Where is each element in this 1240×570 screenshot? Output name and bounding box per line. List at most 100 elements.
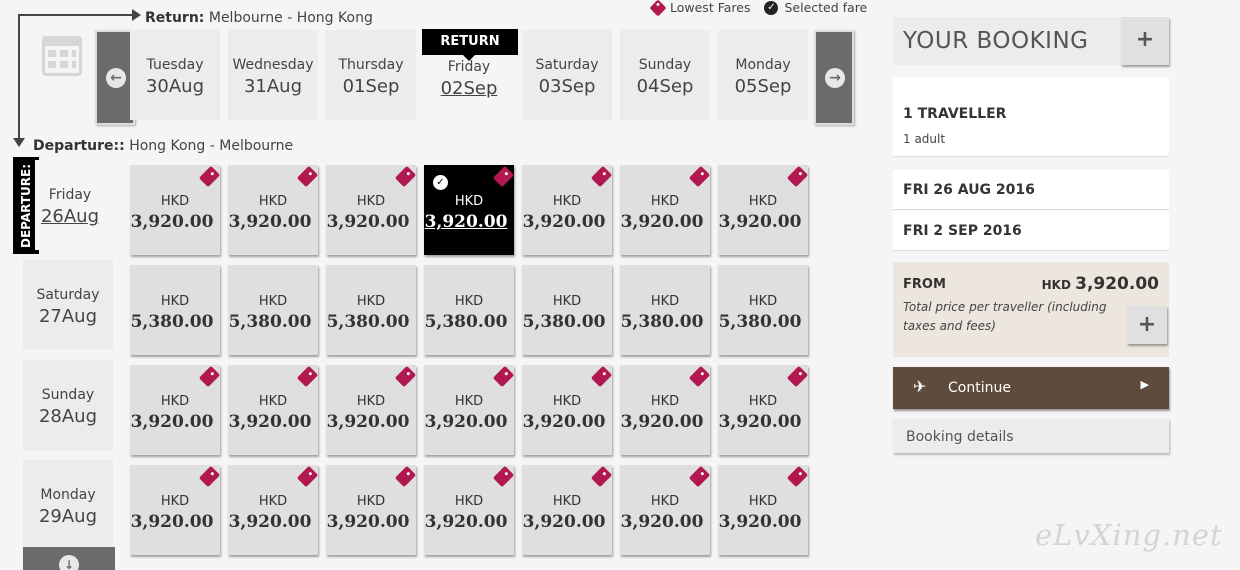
fare-cell[interactable]: HKD 3,920.00 — [130, 365, 221, 455]
lowest-fare-tag-icon — [198, 465, 221, 488]
fare-cell[interactable]: HKD 3,920.00 — [326, 365, 417, 455]
watermark: eLvXing.net — [1035, 518, 1223, 552]
fare-currency: HKD — [258, 394, 288, 409]
booking-details-button[interactable]: Booking details — [893, 419, 1169, 453]
fare-cell[interactable]: HKD 3,920.00 — [522, 465, 613, 555]
check-circle-icon: ✓ — [764, 0, 779, 15]
departure-day-name: Friday — [48, 187, 92, 203]
fare-cell[interactable]: HKD 3,920.00 — [228, 165, 319, 255]
fare-cell[interactable]: HKD 3,920.00 — [718, 465, 809, 555]
fare-amount: 3,920.00 — [718, 212, 802, 232]
fare-cell[interactable]: HKD 3,920.00 — [718, 365, 809, 455]
lowest-fare-tag-icon — [590, 465, 613, 488]
fare-cell[interactable]: HKD 3,920.00 — [620, 465, 711, 555]
return-day-date: 04Sep — [636, 76, 694, 97]
lowest-fare-tag-icon — [198, 365, 221, 388]
fare-cell[interactable]: HKD 5,380.00 — [620, 265, 710, 355]
booking-details-label: Booking details — [906, 429, 1014, 445]
departure-day-date: 29Aug — [38, 506, 98, 527]
fare-cell[interactable]: HKD 3,920.00 — [620, 365, 711, 455]
fare-amount: 5,380.00 — [130, 312, 214, 332]
departure-date-1[interactable]: Saturday 27Aug — [23, 260, 113, 350]
fare-cell[interactable]: HKD 5,380.00 — [522, 265, 612, 355]
return-day-name: Friday — [447, 59, 491, 75]
fare-amount: 5,380.00 — [620, 312, 704, 332]
return-date-6[interactable]: Monday 05Sep — [718, 30, 808, 120]
return-day-name: Thursday — [338, 57, 404, 73]
fare-currency: HKD — [650, 194, 680, 209]
lowest-fare-tag-icon — [786, 365, 809, 388]
return-route-key: Return: — [145, 10, 205, 26]
previous-dates-button[interactable]: ← — [95, 30, 135, 125]
fare-cell[interactable]: HKD 3,920.00 — [228, 465, 319, 555]
fare-amount: 5,380.00 — [522, 312, 606, 332]
return-date-1[interactable]: Wednesday 31Aug — [228, 30, 318, 120]
fare-cell[interactable]: HKD 3,920.00 — [130, 165, 221, 255]
fare-amount: 5,380.00 — [228, 312, 312, 332]
expand-price-button[interactable]: + — [1127, 306, 1167, 344]
more-dates-down-button[interactable]: ↓ — [23, 547, 115, 570]
legend-selected-fare-label: Selected fare — [784, 0, 868, 15]
departure-date-2[interactable]: Sunday 28Aug — [23, 360, 113, 450]
fare-amount: 3,920.00 — [130, 412, 214, 432]
lowest-fare-tag-icon — [198, 165, 221, 188]
return-day-name: Wednesday — [232, 57, 314, 73]
fare-currency: HKD — [748, 394, 778, 409]
return-day-date: 30Aug — [145, 76, 205, 97]
calendar-icon[interactable] — [42, 36, 82, 76]
fare-cell[interactable]: HKD 5,380.00 — [424, 265, 514, 355]
lowest-fare-tag-icon — [786, 465, 809, 488]
departure-route-label: Departure:: Hong Kong - Melbourne — [33, 138, 293, 154]
fare-currency: HKD — [552, 394, 582, 409]
fare-cell[interactable]: ✓ HKD 3,920.00 — [424, 165, 515, 255]
fare-cell[interactable]: HKD 5,380.00 — [326, 265, 416, 355]
fare-cell[interactable]: HKD 3,920.00 — [326, 165, 417, 255]
fare-cell[interactable]: HKD 5,380.00 — [228, 265, 318, 355]
departure-date-3[interactable]: Monday 29Aug — [23, 460, 113, 550]
price-from-label: FROM — [903, 277, 946, 292]
return-date-4[interactable]: Saturday 03Sep — [522, 30, 612, 120]
price-note: Total price per traveller (including tax… — [903, 300, 1107, 333]
booking-travellers: 1 TRAVELLER 1 adult — [893, 77, 1169, 157]
fare-currency: HKD — [258, 194, 288, 209]
departure-day-date: 28Aug — [38, 406, 98, 427]
return-date-5[interactable]: Sunday 04Sep — [620, 30, 710, 120]
fare-cell[interactable]: HKD 3,920.00 — [130, 465, 221, 555]
fare-cell[interactable]: HKD 3,920.00 — [718, 165, 809, 255]
fare-cell[interactable]: HKD 3,920.00 — [326, 465, 417, 555]
fare-currency: HKD — [748, 294, 778, 309]
booking-return-date: FRI 2 SEP 2016 — [893, 211, 1169, 251]
fare-cell[interactable]: HKD 3,920.00 — [228, 365, 319, 455]
price-currency: HKD — [1041, 278, 1071, 292]
lowest-fare-tag-icon — [590, 165, 613, 188]
arrow-right-icon: → — [825, 68, 845, 88]
fare-cell[interactable]: HKD 5,380.00 — [130, 265, 220, 355]
expand-booking-button[interactable]: + — [1121, 17, 1169, 65]
fare-cell[interactable]: HKD 3,920.00 — [522, 365, 613, 455]
departure-date-0[interactable]: Friday 26Aug — [35, 160, 105, 250]
fare-amount: 5,380.00 — [424, 312, 508, 332]
fare-currency: HKD — [552, 194, 582, 209]
continue-label: Continue — [948, 380, 1011, 396]
booking-price: FROM HKD 3,920.00 Total price per travel… — [893, 262, 1169, 357]
arrow-right-icon — [132, 9, 141, 21]
fare-cell[interactable]: HKD 3,920.00 — [424, 365, 515, 455]
departure-badge-label: DEPARTURE: — [19, 163, 33, 248]
fare-cell[interactable]: HKD 3,920.00 — [620, 165, 711, 255]
fare-currency: HKD — [356, 494, 386, 509]
return-date-0[interactable]: Tuesday 30Aug — [130, 30, 220, 120]
departure-day-name: Monday — [40, 487, 96, 503]
fare-cell[interactable]: HKD 3,920.00 — [522, 165, 613, 255]
fare-amount: 3,920.00 — [424, 212, 508, 232]
fare-currency: HKD — [454, 394, 484, 409]
lowest-fare-tag-icon — [394, 165, 417, 188]
fare-cell[interactable]: HKD 3,920.00 — [424, 465, 515, 555]
fare-cell[interactable]: HKD 5,380.00 — [718, 265, 808, 355]
return-day-name: Tuesday — [146, 57, 204, 73]
next-dates-button[interactable]: → — [814, 30, 854, 125]
continue-button[interactable]: ✈ Continue ▶ — [893, 367, 1169, 409]
return-date-2[interactable]: Thursday 01Sep — [326, 30, 416, 120]
lowest-fare-tag-icon — [296, 465, 319, 488]
return-route-label: Return: Melbourne - Hong Kong — [145, 10, 373, 26]
lowest-fare-tag-icon — [688, 165, 711, 188]
